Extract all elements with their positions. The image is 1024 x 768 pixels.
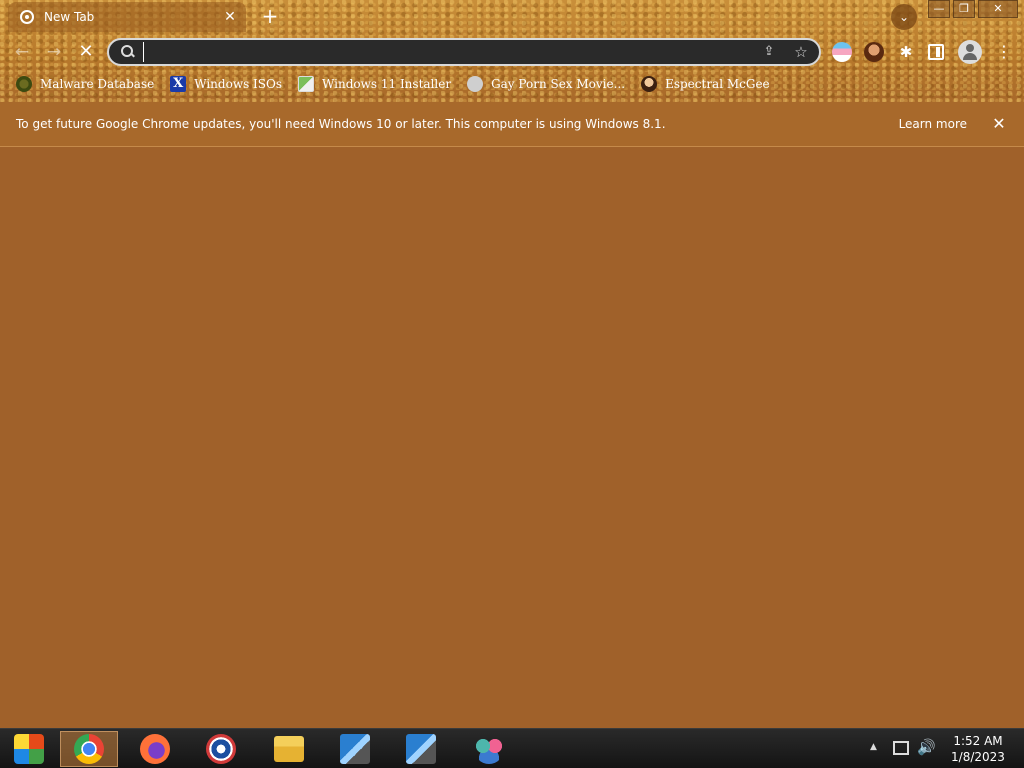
learn-more-link[interactable]: Learn more xyxy=(899,117,967,131)
infobar-close-icon[interactable]: ✕ xyxy=(989,114,1009,134)
address-bar[interactable]: ⇪ ☆ xyxy=(107,38,821,66)
obama-logo-icon xyxy=(206,734,236,764)
site-icon xyxy=(467,76,484,92)
extensions-puzzle-icon[interactable]: ✱ xyxy=(896,42,916,62)
side-panel-icon[interactable] xyxy=(928,44,944,60)
bookmark-label: Gay Porn Sex Movie... xyxy=(491,77,626,91)
bookmark-windows-11-installer[interactable]: Windows 11 Installer xyxy=(292,72,457,96)
taskbar: ▲ 🔊 1:52 AM 1/8/2023 xyxy=(0,728,1024,768)
bookmark-espectral-mcgee[interactable]: Espectral McGee xyxy=(635,72,776,96)
infobar-message: To get future Google Chrome updates, you… xyxy=(16,117,666,131)
firefox-icon xyxy=(140,734,170,764)
clock-time: 1:52 AM xyxy=(953,734,1003,748)
taskbar-installer-1[interactable] xyxy=(326,731,384,767)
omnibox-input[interactable] xyxy=(143,42,759,62)
taskbar-chrome[interactable] xyxy=(60,731,118,767)
start-button[interactable] xyxy=(0,731,58,767)
extension-flag-icon[interactable] xyxy=(832,42,852,62)
show-hidden-icons-icon[interactable]: ▲ xyxy=(870,742,877,752)
x-icon: X xyxy=(170,76,187,92)
network-icon[interactable] xyxy=(893,741,909,755)
taskbar-file-explorer[interactable] xyxy=(260,731,318,767)
bookmark-windows-isos[interactable]: X Windows ISOs xyxy=(164,72,288,96)
bookmark-malware-database[interactable]: Malware Database xyxy=(10,72,160,96)
share-icon[interactable]: ⇪ xyxy=(759,42,779,62)
tab-close-icon[interactable]: ✕ xyxy=(220,7,240,27)
menu-kebab-icon[interactable]: ⋮ xyxy=(994,42,1014,62)
new-tab-page xyxy=(0,148,1024,728)
installer-icon xyxy=(340,734,370,764)
tab-search-button[interactable]: ⌄ xyxy=(891,4,917,30)
bookmark-label: Windows ISOs xyxy=(194,77,283,91)
installer-icon xyxy=(406,734,436,764)
extension-avatar-icon[interactable] xyxy=(864,42,884,62)
back-button[interactable]: ← xyxy=(10,40,34,64)
close-window-button[interactable]: ✕ xyxy=(978,0,1018,18)
bookmark-site[interactable]: Gay Porn Sex Movie... xyxy=(461,72,631,96)
chrome-icon xyxy=(74,734,104,764)
installer-icon xyxy=(298,76,315,92)
taskbar-installer-2[interactable] xyxy=(392,731,450,767)
search-icon xyxy=(121,45,135,59)
taskbar-firefox[interactable] xyxy=(126,731,184,767)
update-infobar: To get future Google Chrome updates, you… xyxy=(0,102,1024,147)
stop-loading-button[interactable]: ✕ xyxy=(74,40,98,64)
maximize-button[interactable]: ❐ xyxy=(953,0,975,18)
bookmark-label: Windows 11 Installer xyxy=(322,77,452,91)
volume-icon[interactable]: 🔊 xyxy=(917,738,936,756)
bookmark-label: Espectral McGee xyxy=(665,77,770,91)
tab-title: New Tab xyxy=(44,10,95,24)
bookmark-star-icon[interactable]: ☆ xyxy=(791,42,811,62)
tab-new-tab[interactable]: New Tab ✕ xyxy=(8,2,246,32)
avatar-icon xyxy=(641,76,658,92)
system-clock[interactable]: 1:52 AM 1/8/2023 xyxy=(946,733,1010,765)
forward-button[interactable]: → xyxy=(42,40,66,64)
clock-date: 1/8/2023 xyxy=(951,750,1005,764)
new-tab-button[interactable]: + xyxy=(258,5,282,29)
bookmark-label: Malware Database xyxy=(40,77,155,91)
people-icon xyxy=(474,734,504,764)
malware-icon xyxy=(16,76,32,92)
bookmarks-bar: Malware Database X Windows ISOs Windows … xyxy=(0,72,1024,96)
taskbar-obama[interactable] xyxy=(192,731,250,767)
minimize-button[interactable]: — xyxy=(928,0,950,18)
profile-icon[interactable] xyxy=(958,40,982,64)
taskbar-people[interactable] xyxy=(460,731,518,767)
new-tab-icon xyxy=(20,10,34,24)
start-icon xyxy=(14,734,44,764)
folder-icon xyxy=(274,736,304,762)
